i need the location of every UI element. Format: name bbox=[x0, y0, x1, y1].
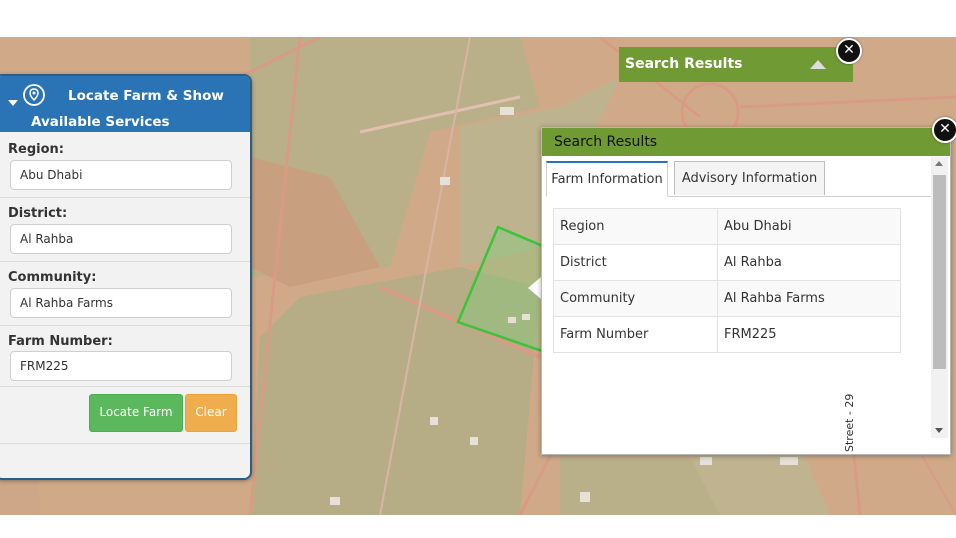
district-label: District: bbox=[8, 206, 68, 221]
row-value: FRM225 bbox=[717, 316, 901, 353]
locate-farm-button[interactable]: Locate Farm bbox=[89, 394, 183, 432]
farm-number-label: Farm Number: bbox=[8, 334, 113, 349]
row-value: Al Rahba bbox=[717, 244, 901, 281]
panel-title-line1: Locate Farm & Show bbox=[68, 88, 224, 104]
table-row: Community Al Rahba Farms bbox=[553, 280, 901, 317]
row-value: Al Rahba Farms bbox=[717, 280, 901, 317]
row-value: Abu Dhabi bbox=[717, 208, 901, 245]
search-bar-title: Search Results bbox=[625, 56, 743, 72]
community-row: Community: Al Rahba Farms bbox=[0, 262, 250, 326]
results-header: Search Results bbox=[542, 128, 950, 156]
table-row: Farm Number FRM225 bbox=[553, 316, 901, 353]
community-select[interactable]: Al Rahba Farms bbox=[10, 288, 232, 318]
row-label: Farm Number bbox=[553, 316, 718, 353]
locate-farm-panel: Locate Farm & Show Available Services Re… bbox=[0, 74, 252, 480]
results-scrollbar[interactable] bbox=[931, 157, 948, 438]
tab-advisory-information[interactable]: Advisory Information bbox=[674, 161, 825, 195]
scroll-up-icon[interactable] bbox=[935, 161, 943, 166]
scroll-thumb[interactable] bbox=[933, 175, 946, 369]
collapse-arrow-icon[interactable] bbox=[8, 100, 18, 106]
popup-pointer bbox=[528, 277, 541, 299]
region-row: Region: Abu Dhabi bbox=[0, 134, 250, 198]
tab-farm-information[interactable]: Farm Information bbox=[546, 161, 668, 197]
row-label: Region bbox=[553, 208, 718, 245]
button-row: Locate Farm Clear bbox=[0, 387, 250, 444]
row-label: Community bbox=[553, 280, 718, 317]
scroll-down-icon[interactable] bbox=[935, 428, 943, 433]
district-row: District: Al Rahba bbox=[0, 198, 250, 262]
close-icon[interactable]: ✕ bbox=[932, 117, 956, 143]
farm-info-table: Region Abu Dhabi District Al Rahba Commu… bbox=[553, 208, 901, 353]
close-icon[interactable]: ✕ bbox=[836, 38, 862, 64]
street-label: Street - 29 bbox=[843, 393, 856, 452]
panel-title-line2: Available Services bbox=[31, 114, 170, 130]
community-label: Community: bbox=[8, 270, 97, 285]
farm-number-input[interactable]: FRM225 bbox=[10, 351, 232, 381]
clear-button[interactable]: Clear bbox=[185, 394, 237, 432]
region-select[interactable]: Abu Dhabi bbox=[10, 160, 232, 190]
expand-triangle-icon[interactable] bbox=[810, 60, 826, 69]
locate-form: Region: Abu Dhabi District: Al Rahba Com… bbox=[0, 134, 250, 444]
locate-panel-header[interactable]: Locate Farm & Show Available Services bbox=[0, 76, 250, 132]
search-results-panel: Search Results Farm Information Advisory… bbox=[541, 127, 951, 455]
table-row: District Al Rahba bbox=[553, 244, 901, 281]
map-pin-icon bbox=[23, 84, 45, 106]
results-title: Search Results bbox=[554, 134, 658, 150]
district-select[interactable]: Al Rahba bbox=[10, 224, 232, 254]
row-label: District bbox=[553, 244, 718, 281]
farm-number-row: Farm Number: FRM225 bbox=[0, 326, 250, 387]
region-label: Region: bbox=[8, 142, 64, 157]
results-tabs: Farm Information Advisory Information bbox=[546, 161, 931, 197]
table-row: Region Abu Dhabi bbox=[553, 208, 901, 245]
search-results-bar[interactable]: Search Results bbox=[619, 47, 853, 82]
